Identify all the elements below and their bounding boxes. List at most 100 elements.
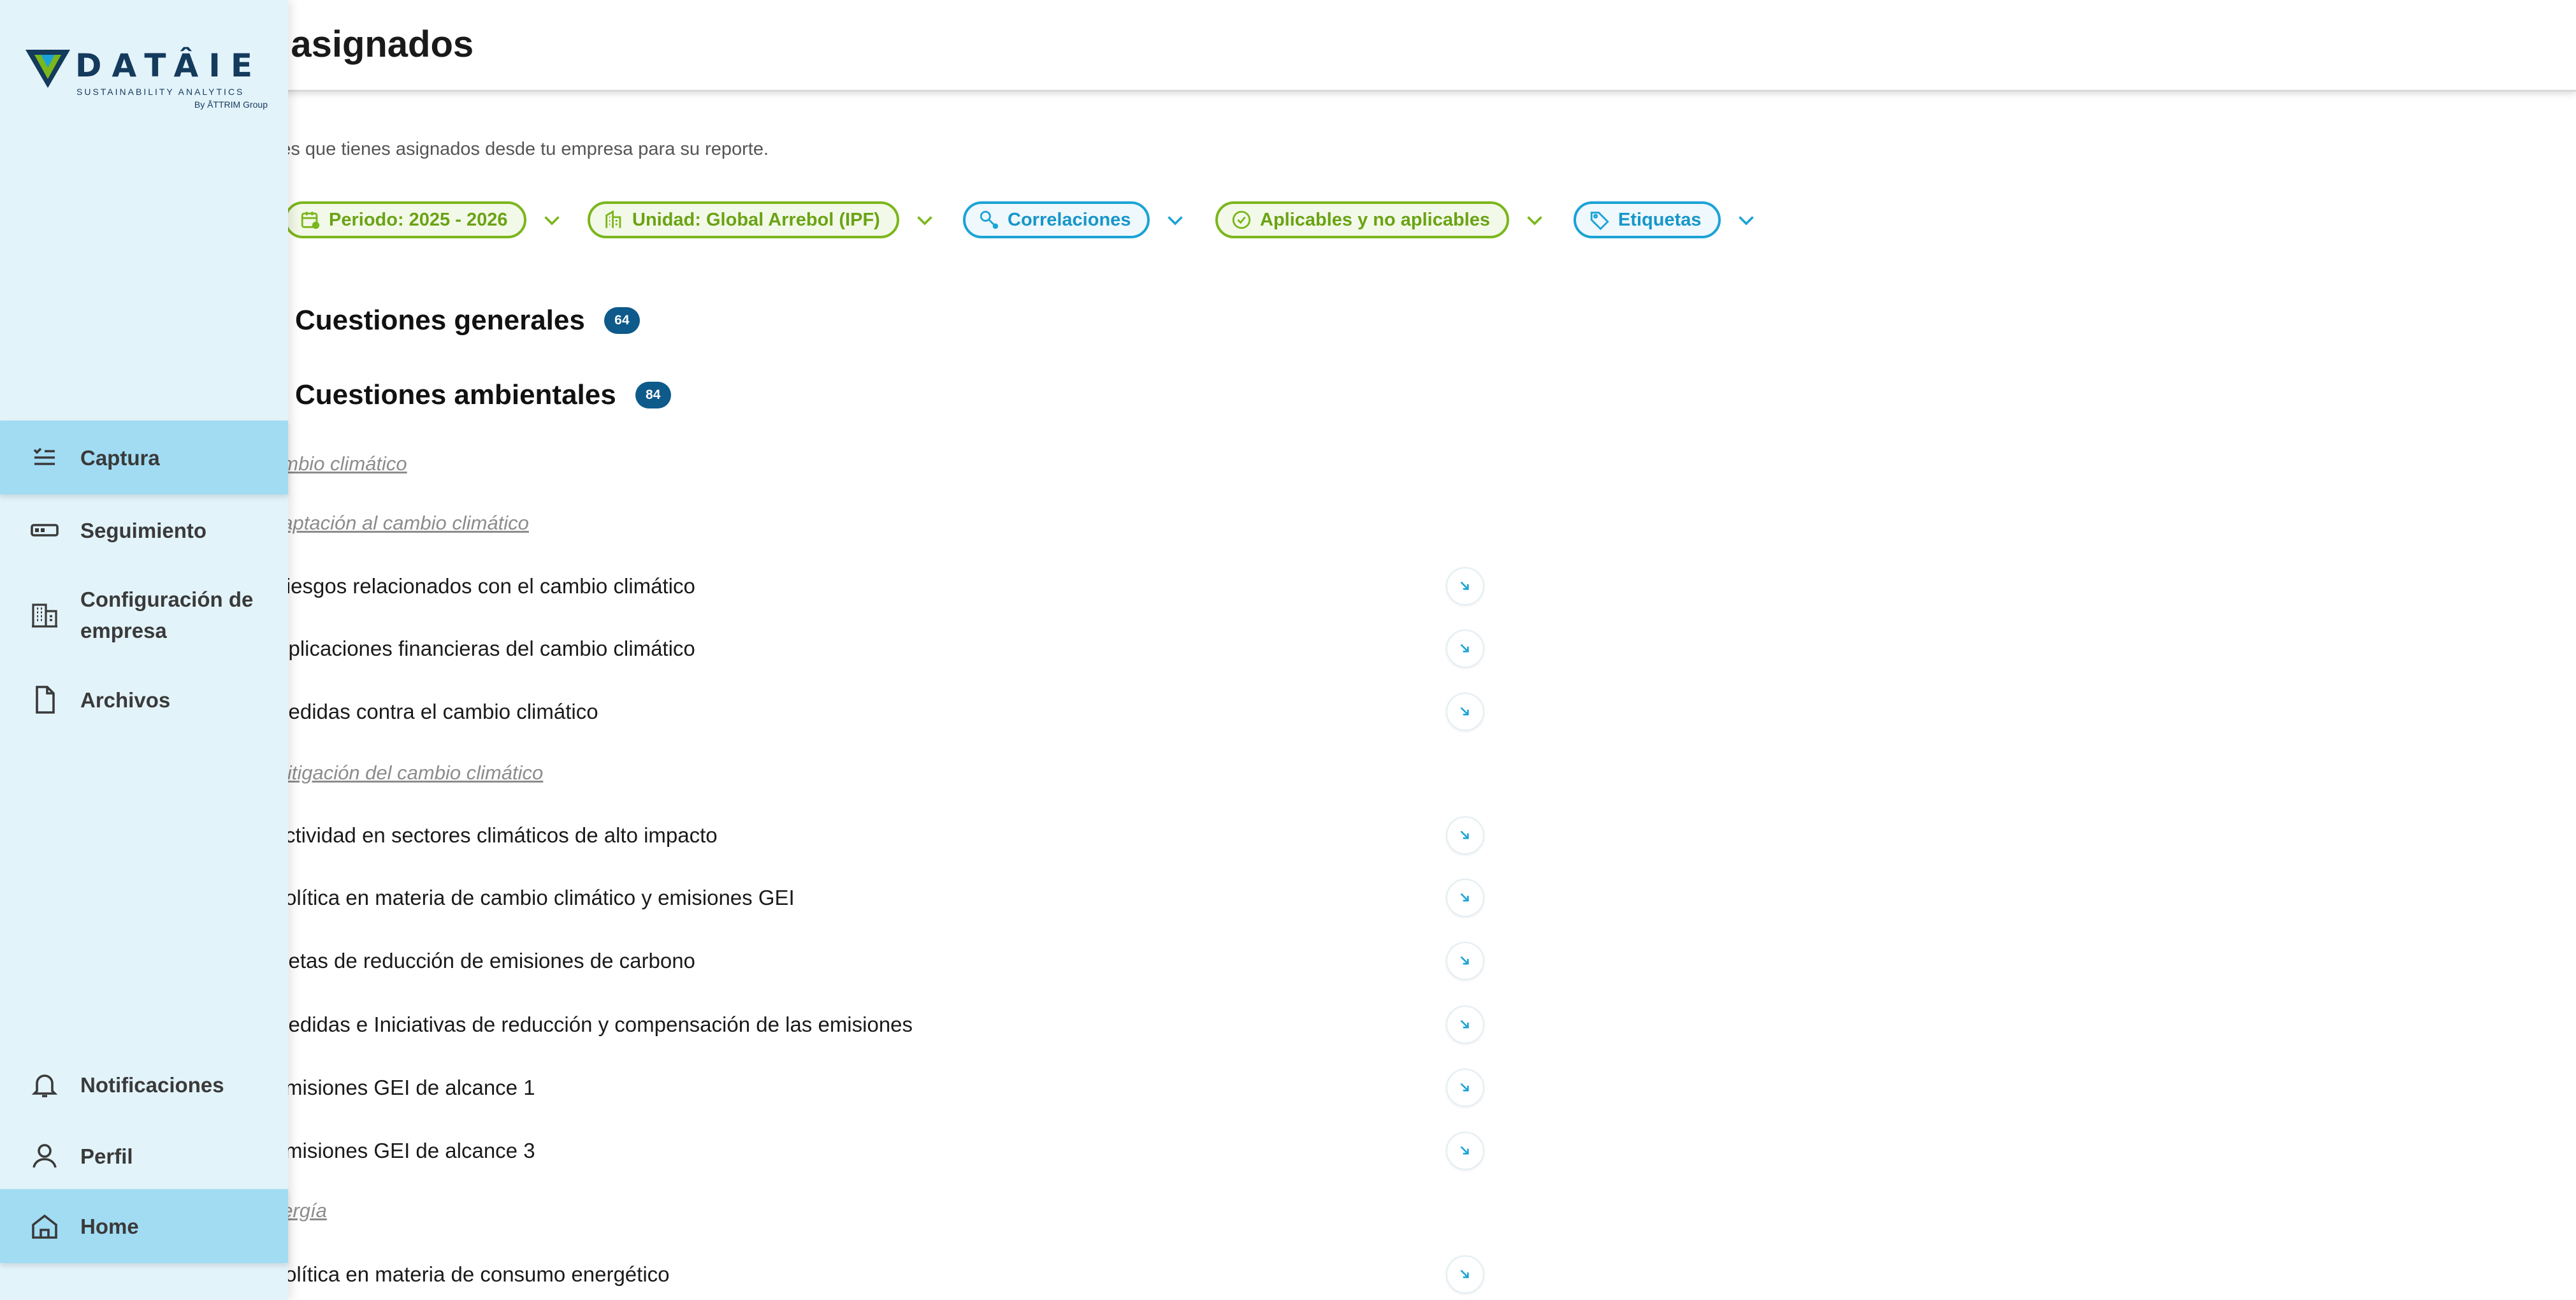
arrow-in-icon	[1460, 956, 1469, 965]
indicator-label: Política en materia de consumo energétic…	[271, 1262, 670, 1286]
tag-icon	[1590, 212, 1609, 231]
indicator-row[interactable]: Emisiones GEI de alcance 1	[271, 1069, 1488, 1107]
progress-bar-icon	[31, 524, 59, 537]
open-indicator-button[interactable]	[1446, 567, 1484, 605]
indicator-row[interactable]: Riesgos relacionados con el cambio climá…	[271, 567, 1488, 605]
sidebar-item-seguimiento[interactable]: Seguimiento	[0, 498, 288, 562]
chevron-down-icon[interactable]	[1164, 208, 1187, 231]
sidebar-item-label: Archivos	[80, 688, 171, 712]
arrow-in-icon	[1460, 581, 1469, 590]
subheading-adaptation[interactable]: daptación al cambio climático	[271, 512, 529, 535]
filter-correlations[interactable]: Correlaciones	[963, 201, 1187, 238]
indicator-row[interactable]: Política en materia de cambio climático …	[271, 879, 1488, 917]
open-indicator-button[interactable]	[1446, 630, 1484, 668]
sidebar-item-configuracion[interactable]: Configuración de empresa	[0, 574, 288, 656]
open-indicator-button[interactable]	[1446, 1069, 1484, 1107]
filter-tags-pill[interactable]: Etiquetas	[1574, 201, 1721, 238]
arrow-in-icon	[1460, 1269, 1469, 1278]
indicator-label: Medidas contra el cambio climático	[271, 700, 598, 723]
open-indicator-button[interactable]	[1446, 816, 1484, 855]
chevron-down-icon[interactable]	[1523, 208, 1546, 231]
filter-tags[interactable]: Etiquetas	[1574, 201, 1758, 238]
sidebar-item-label: Perfil	[80, 1144, 133, 1168]
arrow-in-icon	[1460, 830, 1469, 839]
sidebar-item-label: Home	[80, 1214, 139, 1238]
indicator-row[interactable]: Metas de reducción de emisiones de carbo…	[271, 942, 1488, 980]
filter-correlations-label: Correlaciones	[1008, 209, 1131, 230]
check-circle-icon	[1232, 210, 1251, 229]
building-grid-icon	[32, 603, 57, 628]
open-indicator-button[interactable]	[1446, 942, 1484, 980]
sidebar-item-perfil[interactable]: Perfil	[0, 1124, 288, 1188]
indicator-row[interactable]: Emisiones GEI de alcance 3	[271, 1132, 1488, 1170]
bell-icon	[31, 1074, 58, 1097]
indicator-label: Medidas e Iniciativas de reducción y com…	[271, 1013, 913, 1036]
filter-applicable-label: Aplicables y no aplicables	[1260, 209, 1491, 230]
sidebar-item-archivos[interactable]: Archivos	[0, 668, 288, 732]
filter-period-label: Periodo: 2025 - 2026	[329, 209, 508, 230]
brand-tagline: SUSTAINABILITY ANALYTICS	[76, 87, 245, 97]
arrow-in-icon	[1460, 707, 1469, 716]
indicator-label: mplicaciones financieras del cambio clim…	[271, 637, 695, 660]
section-general[interactable]: Cuestiones generales 64	[295, 305, 640, 336]
open-indicator-button[interactable]	[1446, 879, 1484, 917]
filter-applicable-pill[interactable]: Aplicables y no aplicables	[1215, 201, 1510, 238]
main-content: adores asignados s indicadores que tiene…	[0, 0, 2576, 1300]
indicator-row[interactable]: Medidas contra el cambio climático	[271, 693, 1488, 731]
indicator-row[interactable]: Política en materia de consumo energétic…	[271, 1255, 1488, 1294]
open-indicator-button[interactable]	[1446, 1255, 1484, 1294]
brand-by: By ÅTTRIM Group	[194, 99, 268, 110]
filter-tags-label: Etiquetas	[1618, 209, 1702, 230]
open-indicator-button[interactable]	[1446, 1006, 1484, 1044]
sidebar-item-label: Seguimiento	[80, 518, 207, 542]
sidebar-item-notificaciones[interactable]: Notificaciones	[0, 1053, 288, 1116]
subheading-mitigation[interactable]: Mitigación del cambio climático	[271, 762, 543, 784]
page-header: adores asignados	[0, 0, 2576, 92]
building-icon	[605, 210, 621, 228]
sidebar-item-label: Configuración de empresa	[80, 588, 254, 642]
indicator-label: Emisiones GEI de alcance 3	[271, 1139, 535, 1162]
user-icon	[33, 1144, 57, 1168]
filter-unit-pill[interactable]: Unidad: Global Arrebol (IPF)	[588, 201, 899, 238]
indicator-label: Política en materia de cambio climático …	[271, 886, 795, 909]
subheading-climate-change[interactable]: ambio climático	[271, 452, 407, 475]
section-environmental-title: Cuestiones ambientales	[295, 379, 616, 410]
filter-unit[interactable]: Unidad: Global Arrebol (IPF)	[588, 201, 936, 238]
sidebar-item-label: Notificaciones	[80, 1072, 224, 1097]
checklist-icon	[33, 447, 55, 465]
open-indicator-button[interactable]	[1446, 1132, 1484, 1170]
indicator-label: Emisiones GEI de alcance 1	[271, 1076, 535, 1099]
indicator-row[interactable]: mplicaciones financieras del cambio clim…	[271, 630, 1488, 668]
filter-correlations-pill[interactable]: Correlaciones	[963, 201, 1150, 238]
count-badge: 84	[635, 382, 671, 408]
indicator-row[interactable]: Medidas e Iniciativas de reducción y com…	[271, 1006, 1488, 1044]
indicator-label: Metas de reducción de emisiones de carbo…	[271, 949, 695, 972]
indicator-row[interactable]: Actividad en sectores climáticos de alto…	[271, 816, 1488, 855]
sidebar-item-label: Captura	[80, 445, 160, 470]
filter-period[interactable]: Periodo: 2025 - 2026	[284, 201, 563, 238]
open-indicator-button[interactable]	[1446, 693, 1484, 731]
indicator-label: Riesgos relacionados con el cambio climá…	[271, 574, 695, 598]
filter-applicable[interactable]: Aplicables y no aplicables	[1215, 201, 1546, 238]
correlation-icon	[980, 210, 999, 229]
logo-mark-icon	[25, 50, 70, 88]
sidebar-item-captura[interactable]: Captura	[0, 421, 288, 495]
section-environmental[interactable]: Cuestiones ambientales 84	[295, 379, 671, 411]
section-general-title: Cuestiones generales	[295, 305, 585, 336]
count-badge: 64	[604, 307, 640, 334]
chevron-down-icon[interactable]	[913, 208, 936, 231]
filter-period-pill[interactable]: Periodo: 2025 - 2026	[284, 201, 527, 238]
arrow-in-icon	[1460, 644, 1469, 653]
file-icon	[36, 686, 55, 714]
filter-unit-label: Unidad: Global Arrebol (IPF)	[632, 209, 880, 230]
arrow-in-icon	[1460, 1020, 1469, 1029]
sidebar-item-home[interactable]: Home	[0, 1189, 288, 1263]
home-icon	[32, 1214, 57, 1239]
sidebar: DATÂIE SUSTAINABILITY ANALYTICS By ÅTTRI…	[0, 0, 288, 1300]
arrow-in-icon	[1460, 1146, 1469, 1155]
chevron-down-icon[interactable]	[1735, 208, 1758, 231]
brand-name: DATÂIE	[75, 47, 263, 84]
calendar-icon	[301, 212, 320, 229]
chevron-down-icon[interactable]	[540, 208, 563, 231]
brand-logo[interactable]: DATÂIE SUSTAINABILITY ANALYTICS By ÅTTRI…	[25, 46, 268, 116]
